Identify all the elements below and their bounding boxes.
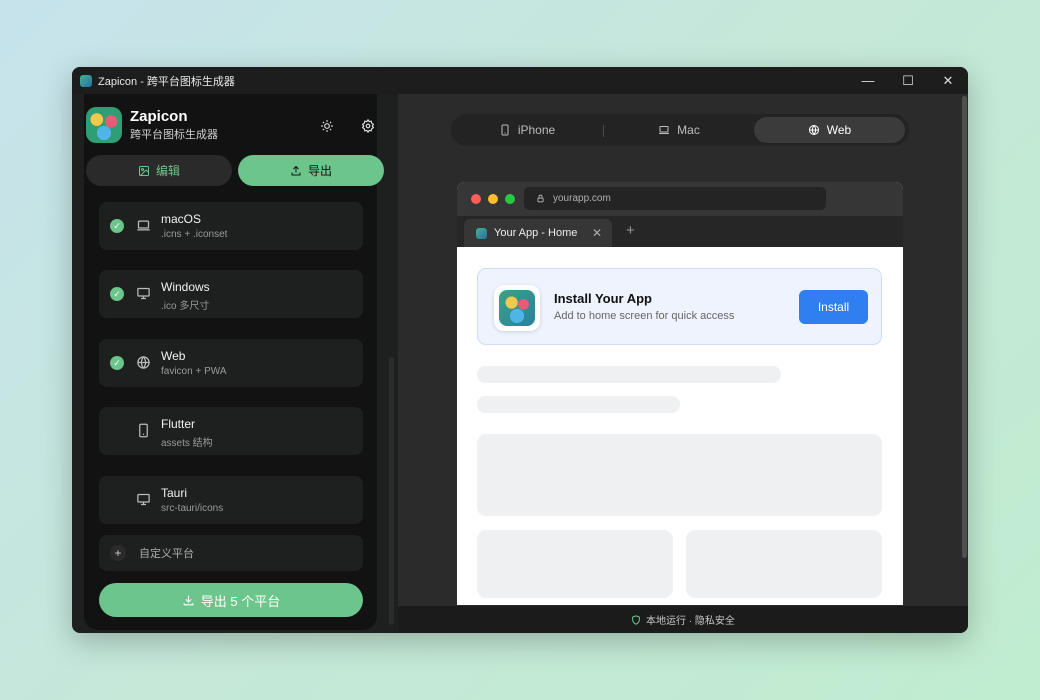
browser-mockup: yourapp.com Your App - Home ✕ + Install …	[457, 182, 903, 605]
platform-card-tauri[interactable]: Tauri src-tauri/icons	[99, 476, 363, 524]
platform-name: Flutter	[161, 417, 196, 431]
app-icon-preview	[494, 285, 540, 331]
app-window: Zapicon - 跨平台图标生成器 — ☐ ✕ Zapicon 跨平台图标生成…	[72, 67, 968, 633]
right-scrollbar[interactable]	[960, 94, 968, 606]
preview-device-tabs: iPhone Mac Web	[451, 114, 909, 146]
app-icon	[80, 74, 92, 87]
sun-icon	[321, 120, 333, 132]
browser-tab: Your App - Home ✕	[464, 219, 612, 247]
favicon-icon	[476, 227, 487, 239]
status-text: 本地运行 · 隐私安全	[646, 616, 735, 627]
brand-name: Zapicon	[130, 108, 188, 125]
checkbox-checked[interactable]: ✓	[110, 219, 124, 233]
platform-name: macOS	[161, 212, 202, 226]
title-bar: Zapicon - 跨平台图标生成器 — ☐ ✕	[72, 67, 968, 94]
browser-tab-strip: Your App - Home ✕ +	[457, 216, 903, 247]
new-tab-icon: +	[626, 222, 635, 239]
platform-card-flutter[interactable]: Flutter assets 结构	[99, 407, 363, 455]
edit-tab-label: 编辑	[155, 164, 180, 178]
browser-toolbar: yourapp.com	[457, 182, 903, 216]
checkbox-unchecked[interactable]	[110, 493, 124, 507]
edit-tab[interactable]: 编辑	[86, 155, 232, 186]
checkbox-checked[interactable]: ✓	[110, 287, 124, 301]
platform-name: Web	[161, 349, 186, 363]
custom-platform-label: 自定义平台	[139, 548, 194, 560]
install-title: Install Your App	[554, 291, 652, 306]
install-banner: Install Your App Add to home screen for …	[477, 268, 882, 345]
image-icon	[138, 165, 149, 176]
url-bar: yourapp.com	[524, 187, 826, 210]
globe-icon	[134, 353, 152, 371]
checkbox-unchecked[interactable]	[110, 424, 124, 438]
install-button: Install	[799, 290, 868, 324]
close-button[interactable]: ✕	[928, 67, 968, 94]
platform-name: Tauri	[161, 486, 188, 500]
browser-tab-title: Your App - Home	[494, 227, 578, 239]
add-custom-platform-button[interactable]: + 自定义平台	[99, 535, 363, 571]
brand-subtitle: 跨平台图标生成器	[130, 129, 218, 141]
tab-label: iPhone	[517, 123, 556, 137]
tab-label: Web	[826, 123, 852, 137]
tab-mac[interactable]: Mac	[604, 114, 754, 146]
export-all-label: 导出 5 个平台	[200, 593, 281, 609]
export-all-button[interactable]: 导出 5 个平台	[99, 583, 363, 617]
minimize-button[interactable]: —	[848, 67, 888, 94]
platform-desc: .icns + .iconset	[161, 229, 228, 240]
platform-card-web[interactable]: ✓ Web favicon + PWA	[99, 339, 363, 387]
theme-toggle-button[interactable]	[317, 116, 337, 136]
monitor-icon	[134, 284, 152, 302]
tab-label: Mac	[677, 123, 700, 137]
download-icon	[183, 595, 194, 605]
tab-web[interactable]: Web	[754, 117, 905, 143]
settings-button[interactable]	[358, 116, 378, 136]
zapicon-logo	[86, 107, 122, 143]
install-subtitle: Add to home screen for quick access	[554, 310, 735, 322]
skeleton-card	[477, 530, 673, 598]
platform-desc: .ico 多尺寸	[161, 301, 210, 312]
close-dot	[471, 194, 481, 204]
maximize-dot	[505, 194, 515, 204]
skeleton-card	[686, 530, 882, 598]
brand: Zapicon 跨平台图标生成器	[86, 107, 218, 143]
export-tab[interactable]: 导出	[238, 155, 384, 186]
platform-desc: src-tauri/icons	[161, 503, 224, 514]
platform-list: ✓ macOS .icns + .iconset ✓ Windows .ico …	[84, 202, 377, 572]
plus-icon: +	[110, 545, 126, 561]
maximize-button[interactable]: ☐	[888, 67, 928, 94]
skeleton-line	[477, 366, 781, 383]
upload-icon	[291, 165, 301, 175]
gear-icon	[361, 119, 375, 133]
platform-name: Windows	[161, 280, 210, 294]
left-scrollbar[interactable]	[389, 357, 394, 625]
laptop-icon	[134, 216, 152, 234]
platform-desc: favicon + PWA	[161, 366, 227, 377]
platform-desc: assets 结构	[161, 438, 213, 449]
tab-iphone[interactable]: iPhone	[451, 114, 603, 146]
lock-icon	[537, 194, 544, 203]
globe-icon	[808, 125, 819, 135]
minimize-dot	[488, 194, 498, 204]
preview-panel: iPhone Mac Web yourapp.com Your App - Ho…	[398, 94, 968, 606]
left-panel: Zapicon 跨平台图标生成器 编辑 导出 ✓ macOS .icns + .…	[84, 94, 384, 630]
phone-icon	[501, 124, 509, 136]
platform-card-macos[interactable]: ✓ macOS .icns + .iconset	[99, 202, 363, 250]
status-bar: 本地运行 · 隐私安全	[398, 606, 968, 633]
phone-icon	[134, 421, 152, 439]
close-tab-icon: ✕	[591, 226, 602, 240]
laptop-icon	[659, 126, 670, 134]
platform-card-windows[interactable]: ✓ Windows .ico 多尺寸	[99, 270, 363, 318]
skeleton-block	[477, 434, 882, 516]
monitor-icon	[134, 490, 152, 508]
checkbox-checked[interactable]: ✓	[110, 356, 124, 370]
shield-icon	[632, 614, 640, 625]
window-title: Zapicon - 跨平台图标生成器	[98, 75, 235, 88]
export-tab-label: 导出	[307, 164, 332, 178]
url-text: yourapp.com	[553, 193, 611, 204]
skeleton-line	[477, 396, 680, 413]
